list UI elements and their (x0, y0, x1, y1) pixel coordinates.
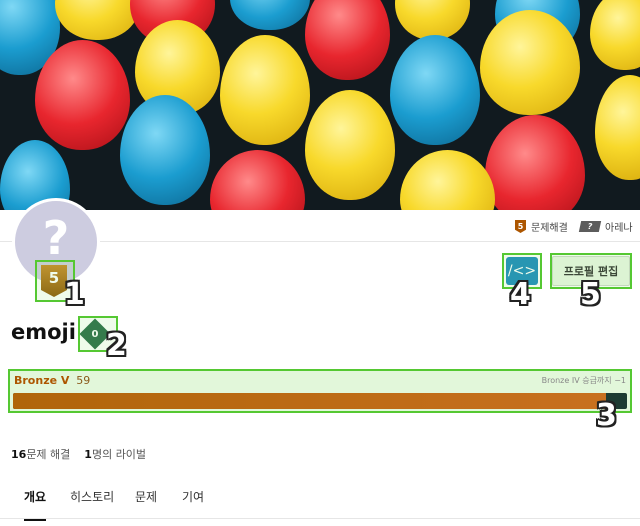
rival-stat[interactable]: 1명의 라이벌 (84, 446, 146, 462)
callout-number: 2 (106, 328, 127, 363)
rating-tier-name: Bronze V (14, 374, 70, 387)
solved-stat[interactable]: 16문제 해결 (11, 446, 70, 462)
balloon (210, 150, 305, 210)
profile-stats: 16문제 해결 1명의 라이벌 (11, 446, 146, 462)
rating-section: Bronze V 59 Bronze IV 승급까지 −1 (8, 369, 632, 413)
balloon (395, 0, 470, 40)
rating-tier-label: Bronze V 59 (14, 374, 90, 387)
solved-tier-label: 문제해결 (531, 223, 568, 234)
balloon (120, 95, 210, 205)
balloon (390, 35, 480, 145)
arena-tier-label: 아레나 (605, 223, 633, 234)
rival-count: 1 (84, 448, 92, 461)
username: emoji (11, 320, 76, 344)
callout-number: 3 (596, 398, 617, 433)
arena-tier-icon: ? (578, 221, 602, 232)
balloon (480, 10, 580, 115)
solved-stat-label: 문제 해결 (26, 448, 71, 461)
balloon (400, 150, 495, 210)
rating-progress-fill (13, 393, 607, 409)
question-mark-icon: ? (42, 211, 70, 265)
balloon (220, 35, 310, 145)
tab-overview[interactable]: 개요 (24, 488, 47, 521)
balloon (590, 0, 640, 70)
solved-tier-link[interactable]: 5 문제해결 (515, 219, 568, 234)
tab-history[interactable]: 히스토리 (70, 488, 114, 519)
profile-banner (0, 0, 640, 210)
balloon (595, 75, 640, 180)
callout-number: 4 (510, 277, 531, 312)
balloon (230, 0, 310, 30)
tab-problems[interactable]: 문제 (135, 488, 157, 519)
balloon (485, 115, 585, 210)
rating-value: 59 (76, 374, 91, 387)
callout-number: 1 (64, 277, 85, 312)
next-tier-label: Bronze IV 승급까지 −1 (541, 376, 626, 385)
arena-tier-link[interactable]: ? 아레나 (578, 219, 633, 234)
rival-stat-label: 명의 라이벌 (91, 448, 147, 461)
balloon (35, 40, 130, 150)
bronze-tier-icon: 5 (515, 220, 526, 233)
balloon (305, 0, 390, 80)
solved-count: 16 (11, 448, 27, 461)
balloon (55, 0, 140, 40)
callout-number: 5 (580, 277, 601, 312)
rating-progress-bar (13, 393, 627, 409)
balloon (305, 90, 395, 200)
tab-contributions[interactable]: 기여 (182, 488, 204, 519)
profile-tabs: 개요 히스토리 문제 기여 (0, 481, 640, 521)
